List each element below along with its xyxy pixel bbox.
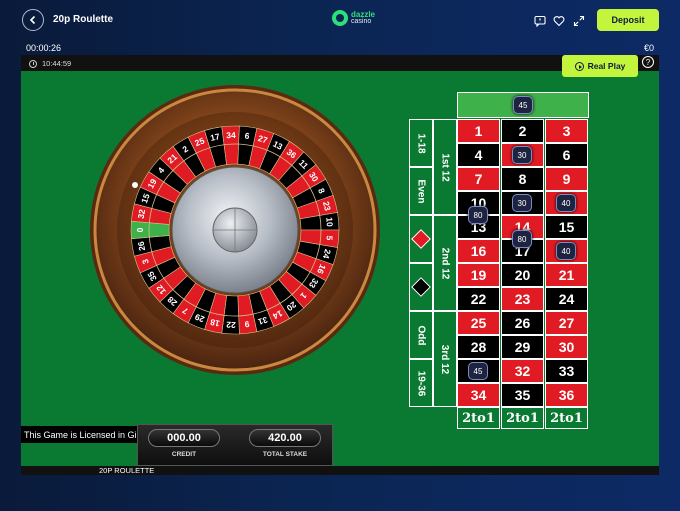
bet-outside-label: 1-18: [415, 132, 427, 154]
bet-number-9[interactable]: 9: [545, 167, 588, 191]
bet-number-23[interactable]: 23: [501, 287, 544, 311]
bet-number-4[interactable]: 4: [457, 143, 500, 167]
bet-number-33[interactable]: 33: [545, 359, 588, 383]
bet-dozen-2[interactable]: 2nd 12: [433, 215, 457, 311]
bet-dozen-label: 1st 12: [439, 152, 451, 182]
bet-number-27[interactable]: 27: [545, 311, 588, 335]
bet-outside-3[interactable]: 19-36: [409, 359, 433, 407]
bet-number-1[interactable]: 1: [457, 119, 500, 143]
roulette-ball: [132, 182, 138, 188]
credit-value: 000.00: [148, 429, 220, 447]
bet-dozen-1[interactable]: 1st 12: [433, 119, 457, 215]
bet-chip[interactable]: 30: [512, 146, 532, 164]
fullscreen-icon[interactable]: [573, 14, 585, 27]
bet-chip[interactable]: 40: [556, 242, 576, 260]
bet-number-30[interactable]: 30: [545, 335, 588, 359]
game-clock: 10:44:59: [29, 59, 71, 68]
bet-number-25[interactable]: 25: [457, 311, 500, 335]
clock-icon: [29, 59, 37, 68]
black-diamond-icon: [411, 277, 431, 297]
logo-text-secondary: casino: [351, 18, 372, 25]
bet-chip[interactable]: 45: [468, 362, 488, 380]
balance: €0: [643, 43, 654, 53]
bet-number-7[interactable]: 7: [457, 167, 500, 191]
bet-number-8[interactable]: 8: [501, 167, 544, 191]
session-timer: 00:00:26: [26, 43, 62, 53]
bet-red[interactable]: [409, 215, 433, 263]
roulette-wheel: 0321519421225 17 34 6 27 13361130823105241633…: [90, 85, 380, 375]
bet-number-6[interactable]: 6: [545, 143, 588, 167]
logo-text-primary: dazzle: [351, 10, 376, 19]
bet-number-22[interactable]: 22: [457, 287, 500, 311]
bet-number-28[interactable]: 28: [457, 335, 500, 359]
play-icon: [574, 61, 584, 71]
bet-dozen-label: 3rd 12: [439, 344, 451, 374]
total-stake-label: TOTAL STAKE: [262, 451, 308, 458]
bet-number-34[interactable]: 34: [457, 383, 500, 407]
help-button[interactable]: ?: [642, 56, 654, 68]
logo-icon: [332, 10, 348, 26]
bet-column-3[interactable]: 2to1: [545, 407, 588, 429]
credit-label: CREDIT: [171, 451, 197, 458]
bet-number-3[interactable]: 3: [545, 119, 588, 143]
bet-chip[interactable]: 80: [512, 230, 532, 248]
wheel-number: 34: [226, 130, 236, 140]
bet-outside-2[interactable]: Odd: [409, 311, 433, 359]
bet-chip[interactable]: 80: [468, 206, 488, 224]
bet-number-32[interactable]: 32: [501, 359, 544, 383]
chat-icon[interactable]: [534, 14, 546, 28]
real-play-label: Real Play: [587, 61, 626, 71]
chevron-left-icon: [29, 15, 36, 25]
wheel-number: 26: [136, 240, 148, 251]
bet-number-21[interactable]: 21: [545, 263, 588, 287]
stake-panel: 000.00 CREDIT 420.00 TOTAL STAKE: [137, 424, 333, 466]
bet-outside-0[interactable]: 1-18: [409, 119, 433, 167]
bet-number-29[interactable]: 29: [501, 335, 544, 359]
bet-outside-1[interactable]: Even: [409, 167, 433, 215]
bet-black[interactable]: [409, 263, 433, 311]
red-diamond-icon: [411, 229, 431, 249]
bet-number-36[interactable]: 36: [545, 383, 588, 407]
heart-icon[interactable]: [553, 14, 565, 27]
total-stake-value: 420.00: [249, 429, 321, 447]
bet-dozen-label: 2nd 12: [439, 247, 451, 279]
bet-column-1[interactable]: 2to1: [457, 407, 500, 429]
wheel-number: 32: [136, 208, 148, 219]
bet-number-19[interactable]: 19: [457, 263, 500, 287]
bet-chip[interactable]: 45: [513, 96, 533, 114]
bet-number-24[interactable]: 24: [545, 287, 588, 311]
bet-chip[interactable]: 30: [512, 194, 532, 212]
wheel-number: 10: [324, 217, 335, 228]
logo: dazzle casino: [332, 10, 375, 26]
bet-outside-label: Odd: [415, 325, 427, 345]
bet-number-15[interactable]: 15: [545, 215, 588, 239]
bet-number-2[interactable]: 2: [501, 119, 544, 143]
wheel-number: 0: [135, 227, 145, 232]
bet-number-20[interactable]: 20: [501, 263, 544, 287]
bet-number-26[interactable]: 26: [501, 311, 544, 335]
back-button[interactable]: [22, 9, 44, 31]
bet-dozen-3[interactable]: 3rd 12: [433, 311, 457, 407]
game-frame[interactable]: 10:44:59 Real Play ? 0 32 15 19 4 21 2 2…: [21, 55, 659, 475]
wheel-number: 22: [226, 320, 236, 330]
bet-outside-label: 19-36: [415, 370, 427, 396]
game-name: 20P ROULETTE: [99, 466, 155, 475]
bet-chip[interactable]: 40: [556, 194, 576, 212]
bet-column-2[interactable]: 2to1: [501, 407, 544, 429]
bet-number-35[interactable]: 35: [501, 383, 544, 407]
bet-outside-label: Even: [415, 179, 427, 203]
page-title: 20p Roulette: [53, 14, 114, 25]
real-play-button[interactable]: Real Play: [562, 55, 638, 77]
game-bottombar: 20P ROULETTE: [21, 466, 659, 475]
clock-time: 10:44:59: [42, 59, 72, 68]
bet-number-16[interactable]: 16: [457, 239, 500, 263]
deposit-button[interactable]: Deposit: [597, 9, 659, 31]
